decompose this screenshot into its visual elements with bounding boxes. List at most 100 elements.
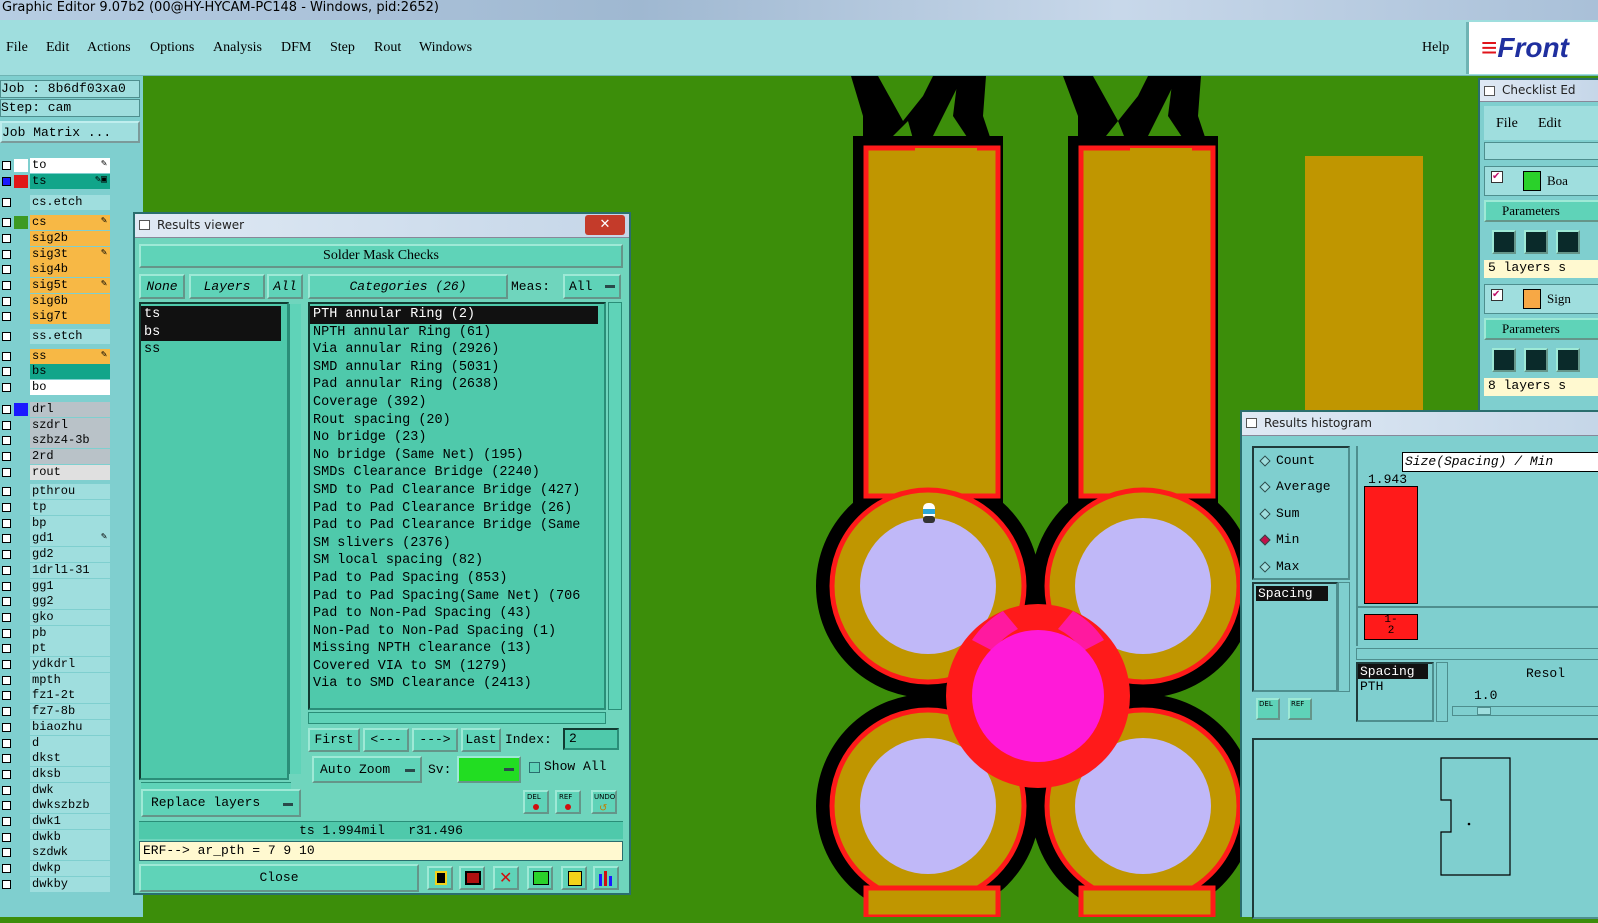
layer-row-pt[interactable]: pt xyxy=(0,641,112,657)
results-viewer-titlebar[interactable]: Results viewer ✕ xyxy=(135,214,629,238)
layer-name[interactable]: ss ✎ xyxy=(30,348,110,364)
layer-name[interactable]: to ✎ xyxy=(30,158,110,173)
histogram-attr-list[interactable]: Spacing PTH xyxy=(1356,662,1434,722)
layer-row-mpth[interactable]: mpth xyxy=(0,672,112,688)
layer-checkbox[interactable] xyxy=(2,565,11,575)
layer-row-sig2b[interactable]: sig2b xyxy=(0,230,112,246)
del-icon-button[interactable]: DEL xyxy=(523,790,549,814)
layer-name[interactable]: bs xyxy=(30,364,110,380)
layer-name[interactable]: sig7t xyxy=(30,309,110,325)
layer-name[interactable]: dwk1 xyxy=(30,814,110,829)
layer-checkbox[interactable] xyxy=(2,817,11,826)
layer-name[interactable]: sig4b xyxy=(30,262,110,278)
layer-checkbox[interactable] xyxy=(2,367,11,377)
layer-checkbox[interactable] xyxy=(2,280,11,290)
layer-name[interactable]: tp xyxy=(30,500,110,515)
layer-color-swatch[interactable] xyxy=(14,485,28,499)
layer-name[interactable]: dwkp xyxy=(30,861,110,877)
layer-color-swatch[interactable] xyxy=(14,752,28,766)
layer-row-bo[interactable]: bo xyxy=(0,380,112,396)
layer-list-item[interactable]: bs xyxy=(141,323,281,342)
aggregate-option-max[interactable]: Max xyxy=(1254,554,1348,580)
menu-actions[interactable]: Actions xyxy=(87,40,131,56)
layer-row-to[interactable]: to ✎ xyxy=(0,158,112,173)
layer-row-bp[interactable]: bp xyxy=(0,515,112,531)
layer-name[interactable]: szdwk xyxy=(30,845,110,861)
layer-row-fz7-8b[interactable]: fz7-8b xyxy=(0,704,112,720)
layer-list-item[interactable]: ss xyxy=(141,341,281,359)
layer-name[interactable]: pthrou xyxy=(30,484,110,500)
solder-mask-checks-header[interactable]: Solder Mask Checks xyxy=(139,244,623,268)
all-button[interactable]: All xyxy=(267,274,303,299)
menu-windows[interactable]: Windows xyxy=(419,40,472,56)
layer-row-szbz4-3b[interactable]: szbz4-3b xyxy=(0,433,112,449)
category-item[interactable]: Coverage (392) xyxy=(310,394,604,412)
layer-checkbox[interactable] xyxy=(2,420,11,430)
first-button[interactable]: First xyxy=(308,728,360,752)
layer-name[interactable]: sig6b xyxy=(30,293,110,309)
layer-color-swatch[interactable] xyxy=(14,310,28,324)
layer-checkbox[interactable] xyxy=(2,198,11,208)
layer-name[interactable]: cs.etch xyxy=(30,195,110,211)
layer-color-swatch[interactable] xyxy=(14,516,28,530)
aggregate-option-average[interactable]: Average xyxy=(1254,474,1348,500)
layer-row-2rd[interactable]: 2rd xyxy=(0,448,112,464)
histogram-chart[interactable]: Size(Spacing) / Min 1.943 1- 2 xyxy=(1356,446,1598,646)
layer-color-swatch[interactable] xyxy=(14,434,28,448)
layer-color-swatch[interactable] xyxy=(14,418,28,432)
layer-color-swatch[interactable] xyxy=(14,381,28,395)
parameters-button[interactable]: Parameters xyxy=(1484,200,1598,222)
aggregate-option-count[interactable]: Count xyxy=(1254,448,1348,474)
category-item[interactable]: Via to SMD Clearance (2413) xyxy=(310,675,604,693)
category-item[interactable]: PTH annular Ring (2) xyxy=(310,306,598,324)
layer-row-dkst[interactable]: dkst xyxy=(0,751,112,767)
layer-row-pb[interactable]: pb xyxy=(0,625,112,641)
layer-color-swatch[interactable] xyxy=(14,349,28,363)
radio-diamond-icon[interactable] xyxy=(1259,508,1271,520)
layer-checkbox[interactable] xyxy=(2,597,11,607)
category-item[interactable]: Pad to Non-Pad Spacing (43) xyxy=(310,605,604,623)
layer-color-swatch[interactable] xyxy=(14,263,28,277)
layers-listbox[interactable]: ts bs ss xyxy=(139,302,301,794)
histogram-list-item[interactable]: Spacing xyxy=(1256,586,1328,601)
layer-name[interactable]: ss.etch xyxy=(30,329,110,344)
checklist-action-row-1[interactable]: ✔ Boa xyxy=(1484,166,1598,196)
tool-run-icon[interactable] xyxy=(1556,348,1580,372)
layer-color-swatch[interactable] xyxy=(14,365,28,379)
layer-row-tp[interactable]: tp xyxy=(0,500,112,515)
tool-icon-2[interactable] xyxy=(459,866,485,890)
erf-command-line[interactable]: ERF--> ar_pth = 7 9 10 xyxy=(139,841,623,861)
job-matrix-button[interactable]: Job Matrix ... xyxy=(0,121,140,143)
layer-checkbox[interactable] xyxy=(2,265,11,275)
layer-color-swatch[interactable] xyxy=(14,532,28,546)
histogram-ref-button[interactable]: REF xyxy=(1288,698,1312,720)
layer-name[interactable]: szdrl xyxy=(30,417,110,433)
layer-color-swatch[interactable] xyxy=(14,658,28,671)
tool-icon-4[interactable] xyxy=(527,866,553,890)
tool-icon-3[interactable]: ✕ xyxy=(493,866,519,890)
last-button[interactable]: Last xyxy=(461,728,501,752)
category-item[interactable]: SM local spacing (82) xyxy=(310,552,604,570)
checklist-action-row-2[interactable]: ✔ Sign xyxy=(1484,284,1598,314)
smd-pad[interactable] xyxy=(1078,145,1216,499)
undo-icon-button[interactable]: UNDO ↺ xyxy=(591,790,617,814)
layer-color-swatch[interactable] xyxy=(14,247,28,261)
layer-name[interactable]: cs ✎ xyxy=(30,215,110,231)
layer-checkbox[interactable] xyxy=(2,769,11,779)
layer-color-swatch[interactable] xyxy=(14,501,28,514)
checklist-menu-edit[interactable]: Edit xyxy=(1538,116,1561,132)
aggregate-option-min[interactable]: Min xyxy=(1254,527,1348,553)
smd-pad[interactable] xyxy=(1078,885,1216,917)
radio-diamond-icon[interactable] xyxy=(1259,534,1271,546)
next-button[interactable]: ---> xyxy=(412,728,458,752)
layer-row-drl[interactable]: drl xyxy=(0,401,112,417)
layer-row-szdwk[interactable]: szdwk xyxy=(0,845,112,861)
layer-checkbox[interactable] xyxy=(2,534,11,544)
radio-diamond-icon[interactable] xyxy=(1259,455,1271,467)
layer-name[interactable]: sig2b xyxy=(30,230,110,246)
smd-pad[interactable] xyxy=(863,885,1001,917)
category-item[interactable]: Non-Pad to Non-Pad Spacing (1) xyxy=(310,623,604,641)
category-item[interactable]: Pad to Pad Spacing (853) xyxy=(310,570,604,588)
layer-row-d[interactable]: d xyxy=(0,735,112,751)
layer-name[interactable]: dwkb xyxy=(30,829,110,845)
